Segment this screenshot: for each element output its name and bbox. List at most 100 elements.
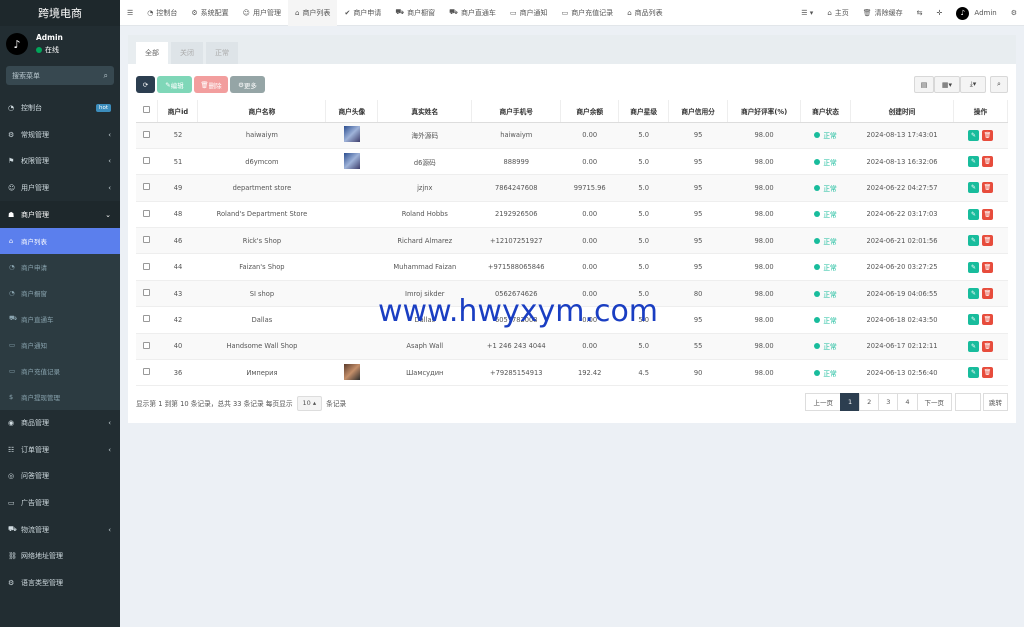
avatar[interactable] xyxy=(343,152,360,169)
column-header[interactable]: 商户手机号 xyxy=(471,100,562,123)
table-row[interactable]: 52 haiwaiym 海外源码 haiwaiym 0.00 5.0 95 98.00 正常 20… xyxy=(136,122,1008,149)
translate-icon[interactable]: ⇆ xyxy=(910,0,930,26)
column-header[interactable]: 商户id xyxy=(157,100,199,123)
submenu-item[interactable]: ◔ 商户橱窗 xyxy=(0,280,120,306)
search-button[interactable]: ⌕ xyxy=(990,76,1008,93)
menu-search-input[interactable] xyxy=(12,71,92,80)
row-checkbox[interactable] xyxy=(143,130,151,138)
delete-icon[interactable]: 🗑 xyxy=(981,261,993,273)
table-row[interactable]: 51 d6ymcom d6源码 888999 0.00 5.0 95 98.00 正常 2024-… xyxy=(136,148,1008,176)
sidebar-item[interactable]: ◔ 控制台 hot xyxy=(0,95,120,122)
column-header[interactable]: 商户余额 xyxy=(560,100,620,123)
top-tab[interactable]: ▭ 商户通知 xyxy=(503,0,555,26)
delete-icon[interactable]: 🗑 xyxy=(981,288,993,300)
settings-icon[interactable]: ⚙ xyxy=(1004,0,1024,26)
top-tab[interactable]: ⛟ 商户橱窗 xyxy=(388,0,442,26)
fullscreen-icon[interactable]: ✛ xyxy=(930,0,950,26)
row-checkbox[interactable] xyxy=(143,368,151,376)
filter-tab[interactable]: 关闭 xyxy=(171,42,203,64)
sidebar-item[interactable]: ☷ 订单管理 ‹ xyxy=(0,437,120,464)
delete-icon[interactable]: 🗑 xyxy=(981,182,993,194)
sidebar-item[interactable]: ⛓ 网络地址管理 xyxy=(0,543,120,570)
columns-button[interactable]: ▦▾ xyxy=(934,76,960,93)
refresh-button[interactable]: ⟳ xyxy=(136,76,155,93)
delete-icon[interactable]: 🗑 xyxy=(981,208,993,220)
top-tab[interactable]: ⚙ 系统配置 xyxy=(184,0,235,26)
filter-tab[interactable]: 全部 xyxy=(136,42,168,64)
page-button[interactable]: 3 xyxy=(878,393,899,411)
submenu-item[interactable]: ▭ 商户充值记录 xyxy=(0,358,120,384)
column-header[interactable]: 商户头像 xyxy=(325,100,379,123)
page-size-select[interactable]: 10 ▴ xyxy=(296,395,323,411)
row-checkbox[interactable] xyxy=(143,341,151,349)
top-tab[interactable]: ☺ 用户管理 xyxy=(236,0,288,26)
sidebar-item[interactable]: ⛟ 物流管理 ‹ xyxy=(0,516,120,543)
row-checkbox[interactable] xyxy=(143,262,151,270)
sidebar-item[interactable]: ▭ 广告管理 xyxy=(0,490,120,517)
table-row[interactable]: 36 Империя Шамсудин +79285154913 192.42 4.5 90… xyxy=(136,359,1008,387)
top-tab[interactable]: ✔ 商户申请 xyxy=(337,0,388,26)
column-header[interactable]: 创建时间 xyxy=(850,100,954,123)
delete-button[interactable]: 🗑 删除 xyxy=(194,76,228,93)
menu-search[interactable]: ⌕ xyxy=(6,66,114,85)
sidebar-item[interactable]: ⚙ 常规管理 ‹ xyxy=(0,122,120,149)
sidebar-item[interactable]: ◉ 商品管理 ‹ xyxy=(0,410,120,437)
page-button[interactable]: 2 xyxy=(859,393,880,411)
submenu-item[interactable]: ⛟ 商户直通车 xyxy=(0,306,120,332)
top-tab[interactable]: ⌂ 商品列表 xyxy=(620,0,669,26)
top-tab[interactable]: ⌂ 商户列表 xyxy=(287,0,338,26)
delete-icon[interactable]: 🗑 xyxy=(981,340,993,352)
column-header[interactable]: 真实姓名 xyxy=(377,100,473,123)
edit-icon[interactable]: ✎ xyxy=(967,129,979,141)
top-tab[interactable]: ◔ 控制台 xyxy=(140,0,184,26)
jump-page-input[interactable] xyxy=(955,393,981,411)
delete-icon[interactable]: 🗑 xyxy=(981,235,993,247)
avatar[interactable] xyxy=(343,126,360,143)
column-header[interactable]: 商户状态 xyxy=(800,100,852,123)
delete-icon[interactable]: 🗑 xyxy=(981,314,993,326)
delete-icon[interactable]: 🗑 xyxy=(981,129,993,141)
edit-icon[interactable]: ✎ xyxy=(967,367,979,379)
delete-icon[interactable]: 🗑 xyxy=(981,156,993,168)
column-header[interactable]: 商户名称 xyxy=(197,100,327,123)
page-button[interactable]: 1 xyxy=(839,393,861,411)
sidebar-item[interactable]: ☗ 商户管理 ⌄ xyxy=(0,201,120,228)
submenu-item[interactable]: ⌂ 商户列表 xyxy=(0,227,120,254)
row-checkbox[interactable] xyxy=(143,315,151,323)
row-checkbox[interactable] xyxy=(143,236,151,244)
edit-button[interactable]: ✎ 编辑 xyxy=(157,76,192,93)
sidebar-item[interactable]: ◎ 问答管理 xyxy=(0,463,120,490)
edit-icon[interactable]: ✎ xyxy=(967,340,979,352)
filter-tab[interactable]: 正常 xyxy=(206,42,238,64)
top-tab[interactable]: ⛟ 商户直通车 xyxy=(442,0,503,26)
brand-logo[interactable]: 跨境电商 xyxy=(0,0,120,26)
page-button[interactable]: 4 xyxy=(897,393,918,411)
export-button[interactable]: ⤓▾ xyxy=(960,76,986,93)
table-row[interactable]: 48 Roland's Department Store Roland Hobbs 2… xyxy=(136,201,1008,229)
menu-toggle-icon[interactable]: ☰ xyxy=(120,0,140,26)
jump-button[interactable]: 跳转 xyxy=(983,393,1008,411)
edit-icon[interactable]: ✎ xyxy=(967,261,979,273)
sidebar-item[interactable]: ☺ 用户管理 ‹ xyxy=(0,175,120,202)
column-header[interactable]: 商户信用分 xyxy=(668,100,729,123)
top-tab[interactable]: ▭ 商户充值记录 xyxy=(555,0,621,26)
sidebar-item[interactable]: ⚑ 权限管理 ‹ xyxy=(0,148,120,175)
user-menu[interactable]: ♪ Admin xyxy=(949,0,1003,26)
prev-page-button[interactable]: 上一页 xyxy=(805,393,841,411)
row-checkbox[interactable] xyxy=(143,183,151,191)
edit-icon[interactable]: ✎ xyxy=(967,208,979,220)
search-icon[interactable]: ⌕ xyxy=(104,71,108,81)
select-all-checkbox[interactable] xyxy=(143,106,151,114)
submenu-item[interactable]: $ 商户提现管理 xyxy=(0,384,120,410)
table-row[interactable]: 49 department store jzjnx 7864247608 99715.9… xyxy=(136,174,1008,202)
submenu-item[interactable]: ▭ 商户通知 xyxy=(0,332,120,358)
more-button[interactable]: ⚙ 更多 xyxy=(230,76,265,93)
home-link[interactable]: ⌂ 主页 xyxy=(820,0,855,26)
edit-icon[interactable]: ✎ xyxy=(967,235,979,247)
edit-icon[interactable]: ✎ xyxy=(967,156,979,168)
row-checkbox[interactable] xyxy=(143,157,151,165)
table-row[interactable]: 40 Handsome Wall Shop Asaph Wall +1 246 243… xyxy=(136,333,1008,361)
submenu-item[interactable]: ◔ 商户申请 xyxy=(0,254,120,280)
table-row[interactable]: 44 Faizan's Shop Muhammad Faizan +971588065… xyxy=(136,253,1008,281)
next-page-button[interactable]: 下一页 xyxy=(916,393,952,411)
